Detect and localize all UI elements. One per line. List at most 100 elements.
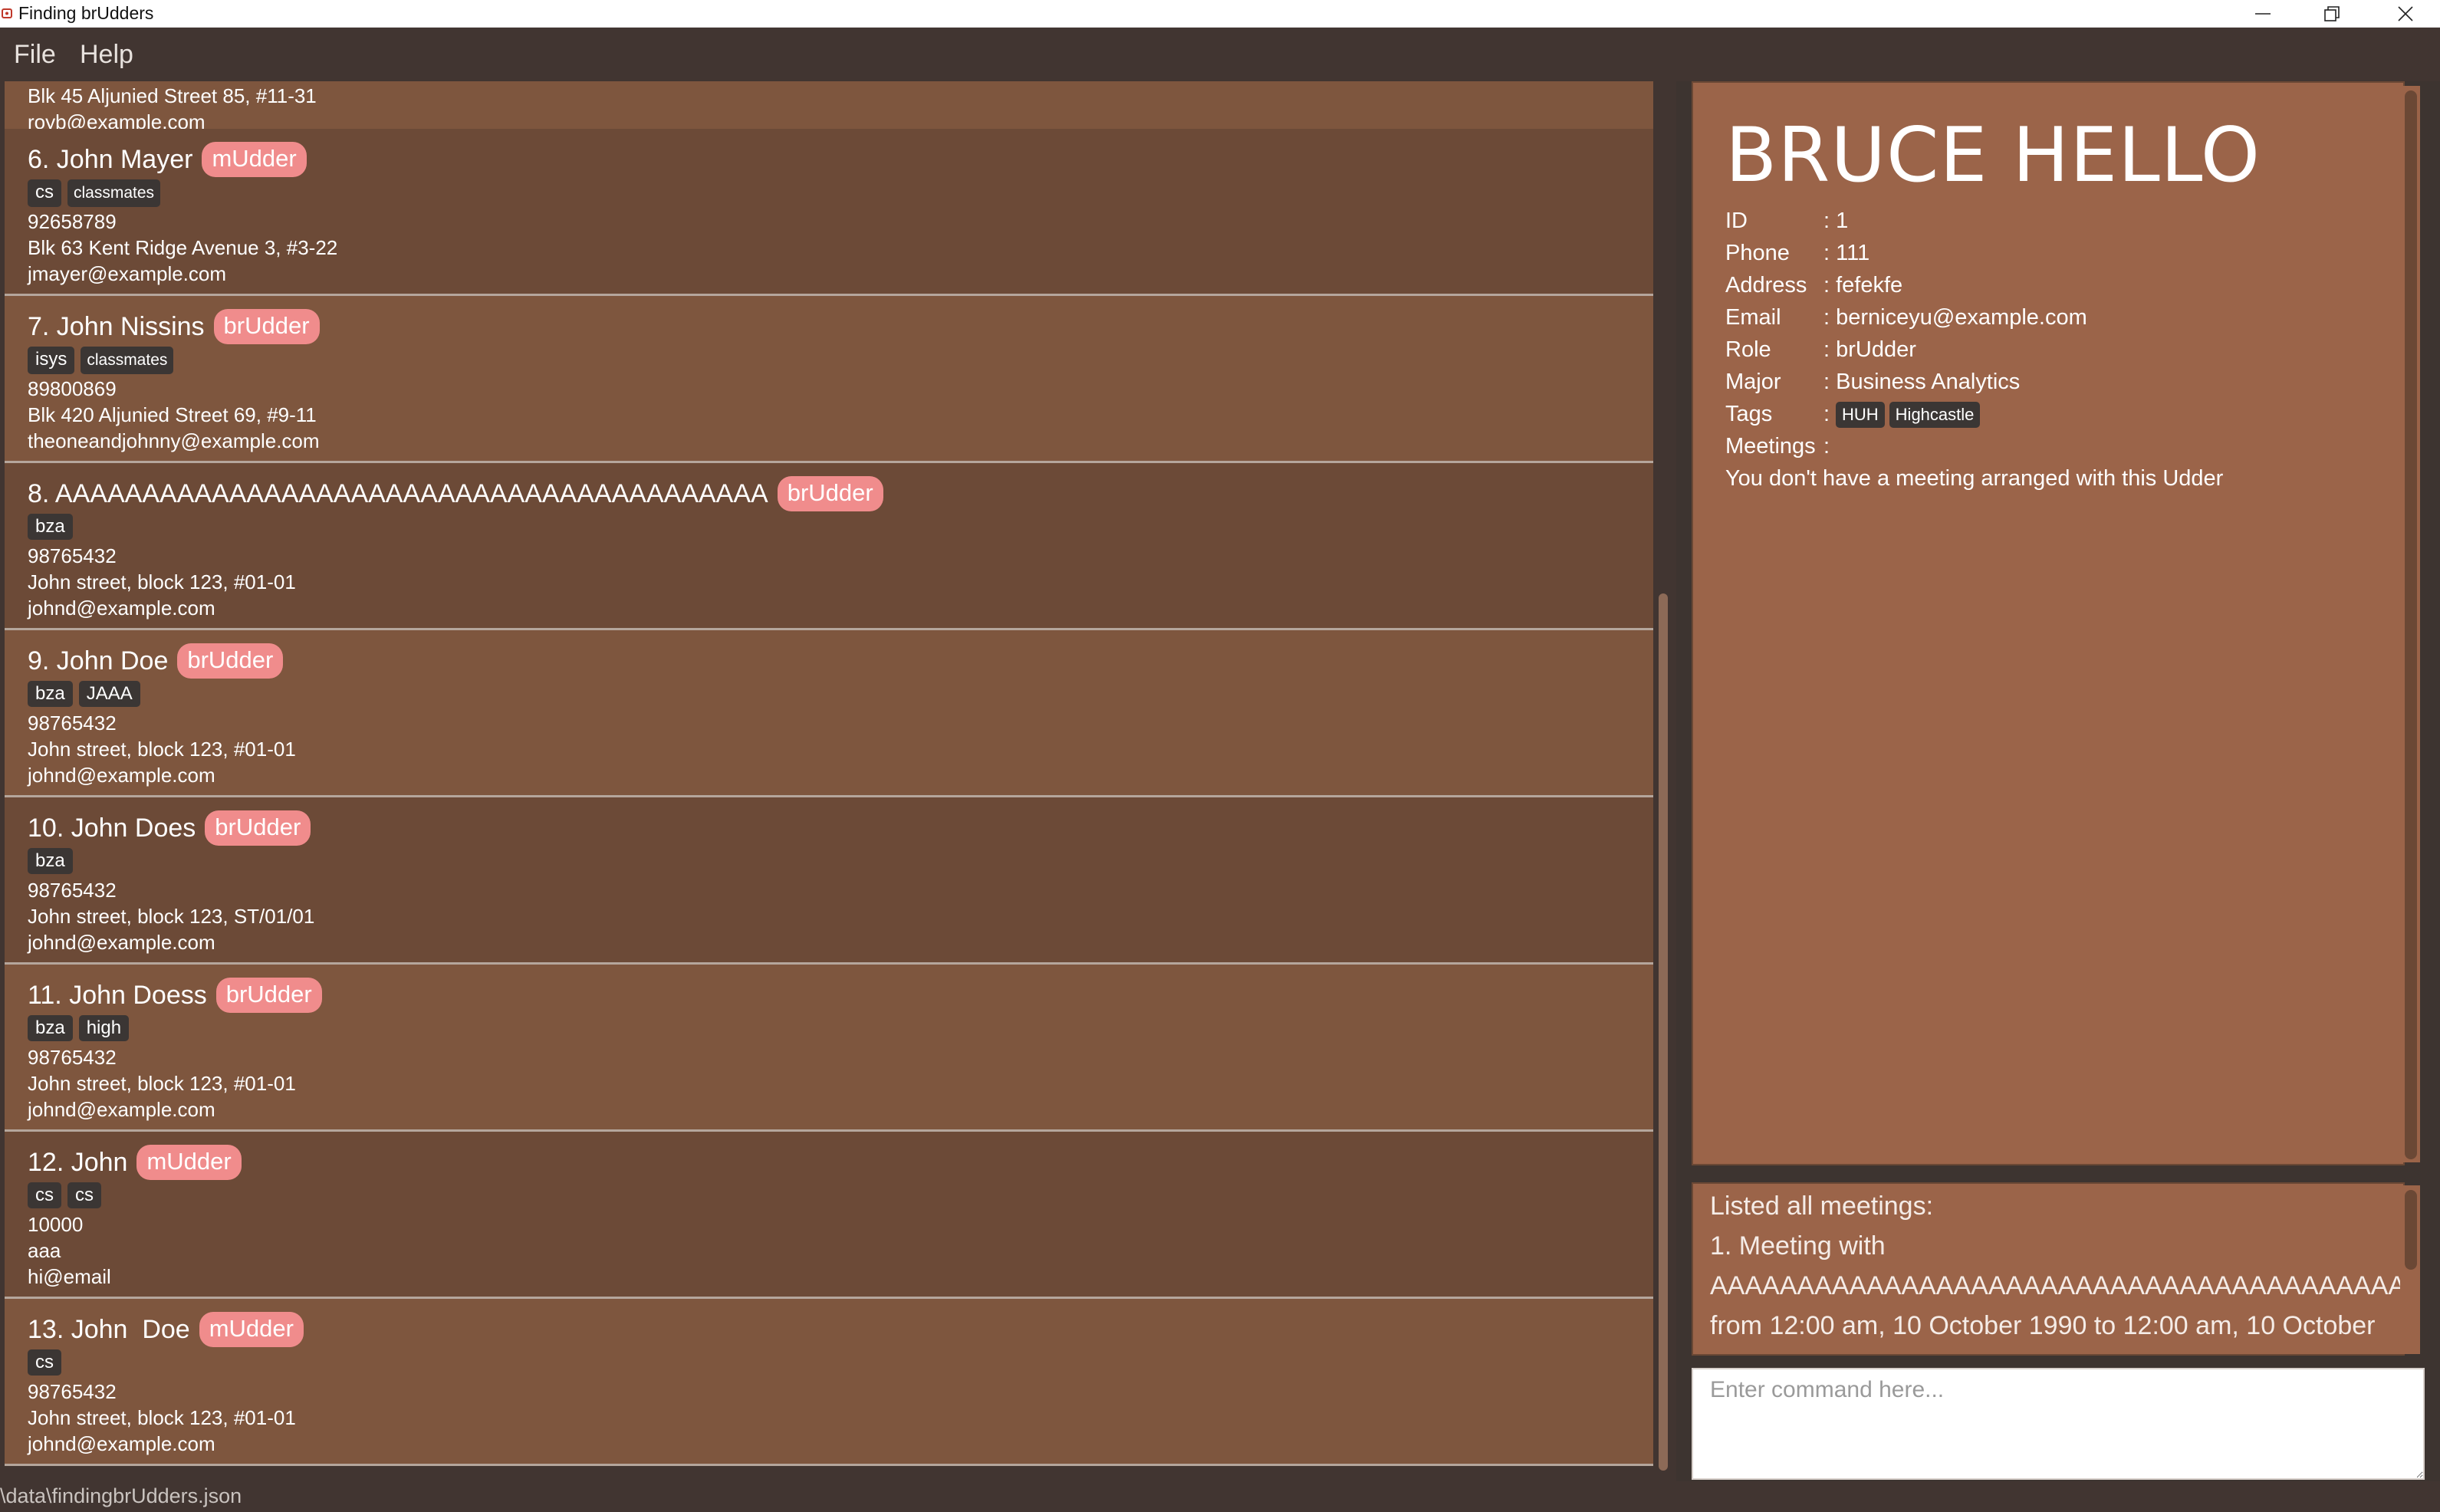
result-line: AAAAAAAAAAAAAAAAAAAAAAAAAAAAAAAAAAAAAAAA (1710, 1271, 2405, 1300)
title-bar: Finding brUdders (0, 0, 2440, 28)
person-tags: cs (28, 1349, 61, 1376)
person-tags: bza (28, 514, 73, 540)
result-line: 1. Meeting with (1710, 1231, 1886, 1261)
menu-help[interactable]: Help (80, 40, 133, 70)
person-phone: 98765432 (28, 712, 117, 735)
person-email: theoneandjohnny@example.com (28, 429, 320, 452)
detail-label: Address (1725, 273, 1807, 297)
person-email: johnd@example.com (28, 1098, 215, 1121)
person-name: 6. John Mayer (28, 144, 193, 174)
person-detail-panel: BRUCE HELLO ID : 1 Phone : 111 Address : fefe… (1692, 81, 2405, 1165)
detail-label: Phone (1725, 241, 1790, 265)
person-card[interactable]: 9. John Doe brUdder bza JAAA 98765432 John st… (5, 630, 1653, 797)
person-name-line: 9. John Doe brUdder (28, 643, 284, 679)
close-button[interactable] (2371, 0, 2440, 28)
person-card[interactable]: 6. John Mayer mUdder cs classmates 92658789 B… (5, 129, 1653, 296)
detail-value: : 1 (1823, 209, 1849, 233)
detail-value: : berniceyu@example.com (1823, 305, 2087, 330)
person-name: 7. John Nissins (28, 311, 205, 341)
detail-value: : fefekfe (1823, 273, 1903, 297)
detail-tags: HUH Highcastle (1836, 402, 1981, 428)
person-list[interactable]: Blk 45 Aljunied Street 85, #11-31 royb@e… (5, 81, 1653, 1481)
person-address: Blk 63 Kent Ridge Avenue 3, #3-22 (28, 236, 338, 259)
person-tags: bza (28, 848, 73, 874)
person-name-line: 7. John Nissins brUdder (28, 308, 320, 345)
tag-chip: high (78, 1015, 130, 1041)
tag-chip: cs (67, 1182, 101, 1208)
person-card[interactable]: 13. John Doe mUdder cs 98765432 John street,… (5, 1299, 1653, 1466)
person-card[interactable]: 10. John Does brUdder bza 98765432 John stre… (5, 797, 1653, 965)
person-email: johnd@example.com (28, 597, 215, 620)
detail-tag-chip: Highcastle (1889, 402, 1981, 428)
detail-tags-colon: : (1823, 402, 1830, 426)
detail-value: : Business Analytics (1823, 370, 2021, 394)
person-name-line: 10. John Does brUdder (28, 810, 311, 846)
person-card[interactable]: 7. John Nissins brUdder isys classmates 8980… (5, 296, 1653, 463)
result-display: Listed all meetings: 1. Meeting with AAA… (1692, 1182, 2405, 1356)
person-tags: cs classmates (28, 179, 161, 207)
role-badge: brUdder (213, 309, 320, 344)
person-address: John street, block 123, #01-01 (28, 1406, 296, 1429)
person-list-panel: Blk 45 Aljunied Street 85, #11-31 royb@e… (0, 81, 1676, 1481)
detail-label: Email (1725, 305, 1781, 330)
person-name: 10. John Does (28, 813, 196, 843)
list-scrollbar-thumb[interactable] (1659, 593, 1668, 1471)
result-line: from 12:00 am, 10 October 1990 to 12:00 … (1710, 1311, 2376, 1340)
role-badge: brUdder (777, 476, 883, 511)
tag-chip: classmates (67, 179, 161, 207)
role-badge: brUdder (177, 643, 284, 679)
person-tags: isys classmates (28, 347, 174, 374)
person-phone: 98765432 (28, 879, 117, 902)
tag-chip: JAAA (78, 681, 140, 707)
tag-chip: cs (28, 1349, 61, 1376)
restore-icon (2324, 6, 2340, 21)
tag-chip: cs (28, 179, 61, 207)
person-email: johnd@example.com (28, 931, 215, 954)
minimize-button[interactable] (2228, 0, 2297, 28)
result-line: Listed all meetings: (1710, 1192, 1934, 1221)
detail-value: : brUdder (1823, 337, 1916, 362)
minimize-icon (2255, 13, 2271, 15)
person-phone: 98765432 (28, 1380, 117, 1403)
person-card[interactable]: 12. John mUdder cs cs 10000 aaa hi@email (5, 1132, 1653, 1299)
person-address: John street, block 123, #01-01 (28, 570, 296, 593)
detail-label: ID (1725, 209, 1748, 233)
person-address: aaa (28, 1239, 61, 1262)
detail-label: Major (1725, 370, 1781, 394)
person-address: Blk 45 Aljunied Street 85, #11-31 (28, 84, 317, 107)
person-email: johnd@example.com (28, 1432, 215, 1455)
person-tags: cs cs (28, 1182, 101, 1208)
role-badge: brUdder (215, 978, 322, 1013)
person-name: 12. John (28, 1147, 128, 1177)
tag-chip: bza (28, 1015, 73, 1041)
role-badge: mUdder (202, 142, 307, 177)
tag-chip: isys (28, 347, 75, 374)
detail-meetings-label: Meetings (1725, 434, 1816, 459)
person-address: John street, block 123, #01-01 (28, 738, 296, 761)
person-card[interactable]: 8. AAAAAAAAAAAAAAAAAAAAAAAAAAAAAAAAAAAAA… (5, 463, 1653, 630)
person-name-line: 13. John Doe mUdder (28, 1311, 304, 1348)
detail-name: BRUCE HELLO (1725, 112, 2261, 199)
detail-scrollbar-thumb[interactable] (2405, 90, 2417, 1159)
person-phone: 92658789 (28, 210, 117, 233)
person-address: John street, block 123, ST/01/01 (28, 905, 315, 928)
person-card[interactable]: 11. John Doess brUdder bza high 98765432 John… (5, 965, 1653, 1132)
person-name: 11. John Doess (28, 980, 207, 1010)
status-file-path: \data\findingbrUdders.json (0, 1484, 242, 1507)
detail-meetings-colon: : (1823, 434, 1830, 459)
person-phone: 89800869 (28, 377, 117, 400)
person-phone: 98765432 (28, 544, 117, 567)
person-tags: bza JAAA (28, 681, 140, 707)
command-input[interactable] (1693, 1369, 2423, 1478)
menu-file[interactable]: File (14, 40, 56, 70)
result-scrollbar-thumb[interactable] (2405, 1190, 2417, 1270)
restore-button[interactable] (2297, 0, 2366, 28)
role-badge: brUdder (205, 810, 311, 846)
role-badge: mUdder (199, 1312, 304, 1347)
person-phone: 10000 (28, 1213, 84, 1236)
close-icon (2398, 6, 2413, 21)
person-email: jmayer@example.com (28, 262, 227, 285)
detail-value: : 111 (1823, 241, 1870, 265)
tag-chip: bza (28, 681, 73, 707)
person-address: John street, block 123, #01-01 (28, 1072, 296, 1095)
